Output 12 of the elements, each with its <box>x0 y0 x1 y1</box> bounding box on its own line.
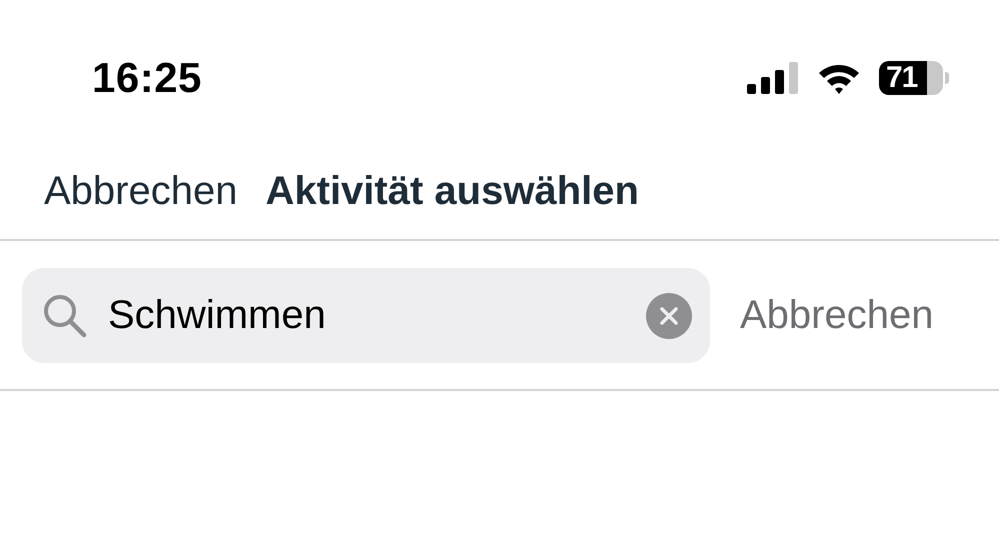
cancel-button[interactable]: Abbrechen <box>44 169 238 214</box>
close-icon <box>660 306 678 324</box>
status-time: 16:25 <box>92 54 202 102</box>
cancel-search-button[interactable]: Abbrechen <box>740 293 934 338</box>
signal-icon <box>747 62 799 94</box>
search-bar[interactable]: Schwimmen <box>22 268 710 363</box>
wifi-icon <box>817 62 861 94</box>
search-icon <box>42 292 88 338</box>
clear-button[interactable] <box>646 292 692 338</box>
search-input[interactable]: Schwimmen <box>106 292 628 339</box>
battery-level: 71 <box>885 61 918 95</box>
screen-title: Aktivität auswählen <box>265 169 639 214</box>
